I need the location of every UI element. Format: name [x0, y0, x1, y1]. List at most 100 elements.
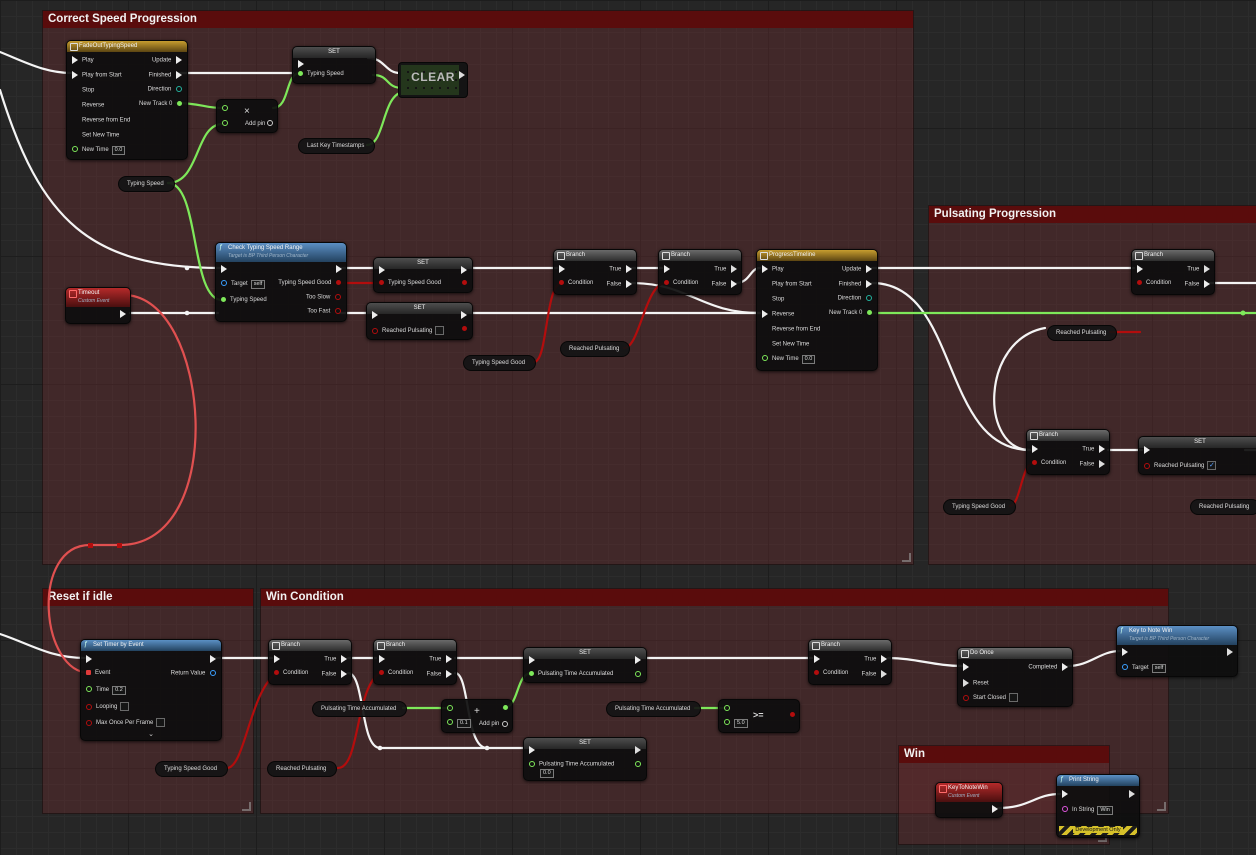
pin-update[interactable]: Update	[152, 56, 182, 64]
pin-stop[interactable]: Stop	[72, 86, 94, 94]
last-key-timestamps-getter[interactable]: Last Key Timestamps	[298, 138, 376, 154]
looping-checkbox[interactable]	[120, 702, 130, 711]
typing-speed-good-getter-3[interactable]: Typing Speed Good	[155, 761, 229, 777]
exec-in[interactable]	[1032, 445, 1042, 453]
pin-play[interactable]: Play	[72, 56, 94, 64]
exec-in[interactable]	[274, 655, 284, 663]
print-string-node[interactable]: Print String ƒ In String Win Development O…	[1056, 774, 1140, 838]
pin-reverse[interactable]: Reverse	[72, 101, 104, 109]
exec-out[interactable]	[635, 746, 641, 754]
branch-node-6[interactable]: Branch Condition True False	[373, 639, 457, 685]
pin-true[interactable]: True	[324, 655, 347, 663]
pin-event[interactable]: Event	[86, 670, 110, 676]
pin-too-fast[interactable]: Too Fast	[307, 308, 341, 315]
exec-in[interactable]	[1122, 648, 1132, 656]
timeout-custom-event[interactable]: Timeout Custom Event	[65, 287, 131, 324]
pin-new-time[interactable]: New Time 0.0	[762, 355, 816, 364]
do-once-node[interactable]: Do Once Reset Start Closed Completed	[957, 647, 1073, 707]
exec-out[interactable]	[461, 266, 467, 274]
resize-handle[interactable]	[242, 802, 251, 811]
reached-pulsating-checkbox[interactable]: ✓	[1207, 461, 1217, 470]
pin-reverse[interactable]: Reverse	[762, 310, 794, 318]
pin-condition[interactable]: Condition	[814, 670, 848, 676]
exec-out[interactable]	[364, 60, 370, 68]
pin-reached-pulsating[interactable]: Reached Pulsating ✓	[1144, 461, 1217, 470]
exec-in[interactable]	[379, 266, 389, 274]
pin-true[interactable]: True	[1082, 445, 1105, 453]
pin-direction[interactable]: Direction	[148, 86, 182, 93]
pin-false[interactable]: False	[322, 670, 347, 678]
pin-condition[interactable]: Condition	[559, 280, 593, 286]
pin-condition[interactable]: Condition	[1137, 280, 1171, 286]
pin-completed[interactable]: Completed	[1028, 663, 1068, 671]
time-input[interactable]: 0.2	[112, 686, 126, 695]
pin-play-from-start[interactable]: Play from Start	[762, 280, 812, 288]
threshold-input[interactable]: 5.0	[734, 719, 748, 728]
pin-condition[interactable]: Condition	[274, 670, 308, 676]
pin-target[interactable]: Target self	[221, 280, 266, 289]
chevron-down-icon[interactable]: ⌄	[81, 730, 221, 738]
reached-pulsating-getter[interactable]: Reached Pulsating	[560, 341, 631, 357]
exec-in[interactable]	[221, 265, 231, 273]
exec-out[interactable]	[1227, 648, 1233, 656]
pin-typing-speed-good[interactable]: Typing Speed Good	[379, 280, 441, 286]
reached-pulsating-checkbox[interactable]	[435, 326, 445, 335]
typing-speed-good-getter-2[interactable]: Typing Speed Good	[943, 499, 1017, 515]
pin-a[interactable]	[222, 105, 232, 112]
pin-out[interactable]	[503, 705, 508, 711]
greater-equal-node[interactable]: 5.0 >=	[718, 699, 800, 733]
pin-update[interactable]: Update	[842, 265, 872, 273]
branch-node-4[interactable]: Branch Condition True False	[1026, 429, 1110, 475]
pin-return-value[interactable]: Return Value	[171, 670, 216, 677]
exec-out[interactable]	[461, 311, 467, 319]
pin-b[interactable]: 5.0	[724, 719, 748, 728]
exec-in[interactable]	[664, 265, 674, 273]
pin-max-once[interactable]: Max Once Per Frame	[86, 718, 166, 727]
pin-out[interactable]	[790, 712, 795, 718]
pin-set-new-time[interactable]: Set New Time	[762, 340, 809, 348]
exec-in[interactable]	[529, 656, 539, 664]
pin-out[interactable]	[635, 671, 641, 678]
check-typing-speed-range-node[interactable]: Check Typing Speed Range Target is BP Thi…	[215, 242, 347, 322]
add-pin-icon[interactable]	[267, 120, 273, 127]
pin-too-slow[interactable]: Too Slow	[306, 294, 341, 301]
pin-typing-speed[interactable]: Typing Speed	[298, 71, 344, 77]
pin-false[interactable]: False	[1080, 460, 1105, 468]
pin-true[interactable]: True	[609, 265, 632, 273]
key-to-note-win-event[interactable]: KeyToNoteWin Custom Event	[935, 782, 1003, 818]
pin-out[interactable]	[462, 280, 467, 286]
branch-node-7[interactable]: Branch Condition True False	[808, 639, 892, 685]
exec-in[interactable]	[372, 311, 382, 319]
pin-set-new-time[interactable]: Set New Time	[72, 131, 119, 139]
add-pin-label[interactable]: Add pin	[479, 721, 499, 727]
progress-timeline-node[interactable]: ProgressTimeline Play Play from Start St…	[756, 249, 878, 371]
pin-reached-pulsating[interactable]: Reached Pulsating	[372, 326, 445, 335]
pin-false[interactable]: False	[862, 670, 887, 678]
new-time-input[interactable]: 0.0	[801, 355, 816, 364]
reached-pulsating-getter-4[interactable]: Reached Pulsating	[267, 761, 338, 777]
add-value-input[interactable]: 0.1	[457, 719, 471, 728]
exec-out[interactable]	[635, 656, 641, 664]
pin-condition[interactable]: Condition	[379, 670, 413, 676]
exec-in[interactable]	[529, 746, 539, 754]
exec-in[interactable]	[963, 663, 973, 671]
resize-handle[interactable]	[902, 553, 911, 562]
pin-true[interactable]: True	[714, 265, 737, 273]
pin-true[interactable]: True	[429, 655, 452, 663]
exec-out[interactable]	[336, 265, 342, 273]
reset-value-input[interactable]: 0.0	[540, 769, 554, 778]
exec-in[interactable]	[1144, 446, 1154, 454]
exec-out[interactable]	[210, 655, 216, 663]
exec-out[interactable]	[992, 805, 998, 813]
set-typing-speed-good-node[interactable]: SET Typing Speed Good	[373, 257, 473, 293]
pin-new-track[interactable]: New Track 0	[829, 310, 872, 316]
exec-in[interactable]	[379, 655, 389, 663]
pin-true[interactable]: True	[864, 655, 887, 663]
branch-node-3[interactable]: Branch Condition True False	[1131, 249, 1215, 295]
exec-out-icon[interactable]	[459, 71, 465, 79]
branch-node-2[interactable]: Branch Condition True False	[658, 249, 742, 295]
pta-reset-value[interactable]: 0.0	[540, 769, 554, 778]
pin-finished[interactable]: Finished	[149, 71, 182, 79]
set-timer-by-event-node[interactable]: Set Timer by Event ƒ Event Return Value T…	[80, 639, 222, 741]
add-node[interactable]: 0.1 + Add pin	[441, 699, 513, 733]
